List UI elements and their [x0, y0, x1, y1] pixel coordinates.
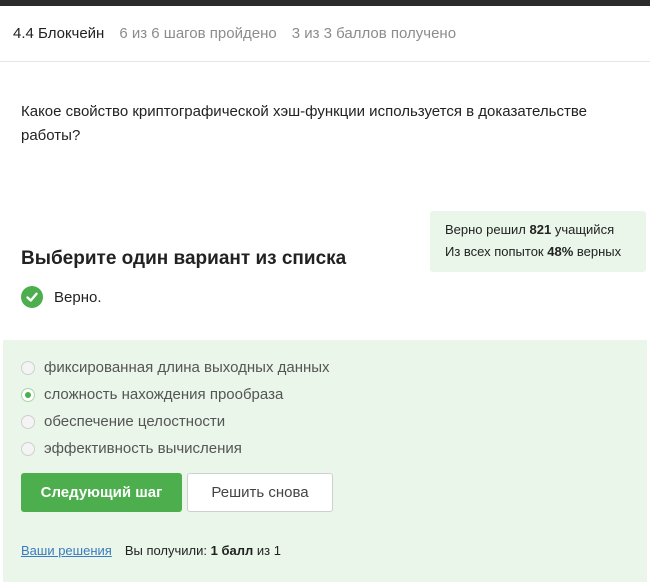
option-label: обеспечение целостности	[44, 413, 226, 430]
radio-button[interactable]	[21, 360, 35, 375]
score-text: Вы получили: 1 балл из 1	[125, 543, 281, 558]
stats-solved-suffix: учащийся	[554, 222, 615, 237]
step-header: 4.4 Блокчейн 6 из 6 шагов пройдено 3 из …	[0, 6, 650, 62]
stats-percent-prefix: Из всех попыток	[445, 244, 544, 259]
stats-percent-value: 48%	[547, 244, 574, 259]
radio-button[interactable]	[21, 441, 35, 456]
option-label: сложность нахождения прообраза	[44, 386, 284, 403]
stats-percent-line: Из всех попыток 48% верных	[445, 241, 646, 263]
points-progress: 3 из 3 баллов получено	[291, 25, 457, 42]
lesson-title: 4.4 Блокчейн	[13, 25, 105, 42]
option-item[interactable]: эффективность вычисления	[21, 435, 330, 462]
option-label: фиксированная длина выходных данных	[44, 359, 330, 376]
option-label: эффективность вычисления	[44, 440, 242, 457]
options-list: фиксированная длина выходных данных слож…	[21, 354, 330, 462]
stats-panel: Верно решил 821 учащийся Из всех попыток…	[430, 211, 646, 272]
next-step-button[interactable]: Следующий шаг	[21, 473, 182, 512]
stats-solved-prefix: Верно решил	[445, 222, 526, 237]
score-value: 1 балл	[210, 543, 254, 558]
question-text: Какое свойство криптографической хэш-фун…	[21, 103, 587, 144]
stats-solved-line: Верно решил 821 учащийся	[445, 219, 646, 241]
radio-button[interactable]	[21, 414, 35, 429]
retry-button[interactable]: Решить снова	[187, 473, 333, 512]
solutions-link[interactable]: Ваши решения	[21, 543, 112, 558]
option-item[interactable]: обеспечение целостности	[21, 408, 330, 435]
stats-percent-suffix: верных	[576, 244, 622, 259]
option-item[interactable]: фиксированная длина выходных данных	[21, 354, 330, 381]
score-prefix: Вы получили:	[124, 543, 208, 558]
footer: Ваши решения Вы получили: 1 балл из 1	[21, 543, 281, 558]
radio-button-selected[interactable]	[21, 387, 35, 402]
steps-progress: 6 из 6 шагов пройдено	[119, 25, 277, 42]
check-circle-icon	[21, 286, 43, 308]
score-suffix: из 1	[256, 543, 281, 558]
verdict: Верно.	[21, 286, 101, 308]
option-item[interactable]: сложность нахождения прообраза	[21, 381, 330, 408]
task-title: Выберите один вариант из списка	[21, 248, 347, 269]
stats-solved-count: 821	[529, 222, 552, 237]
verdict-text: Верно.	[54, 288, 102, 306]
